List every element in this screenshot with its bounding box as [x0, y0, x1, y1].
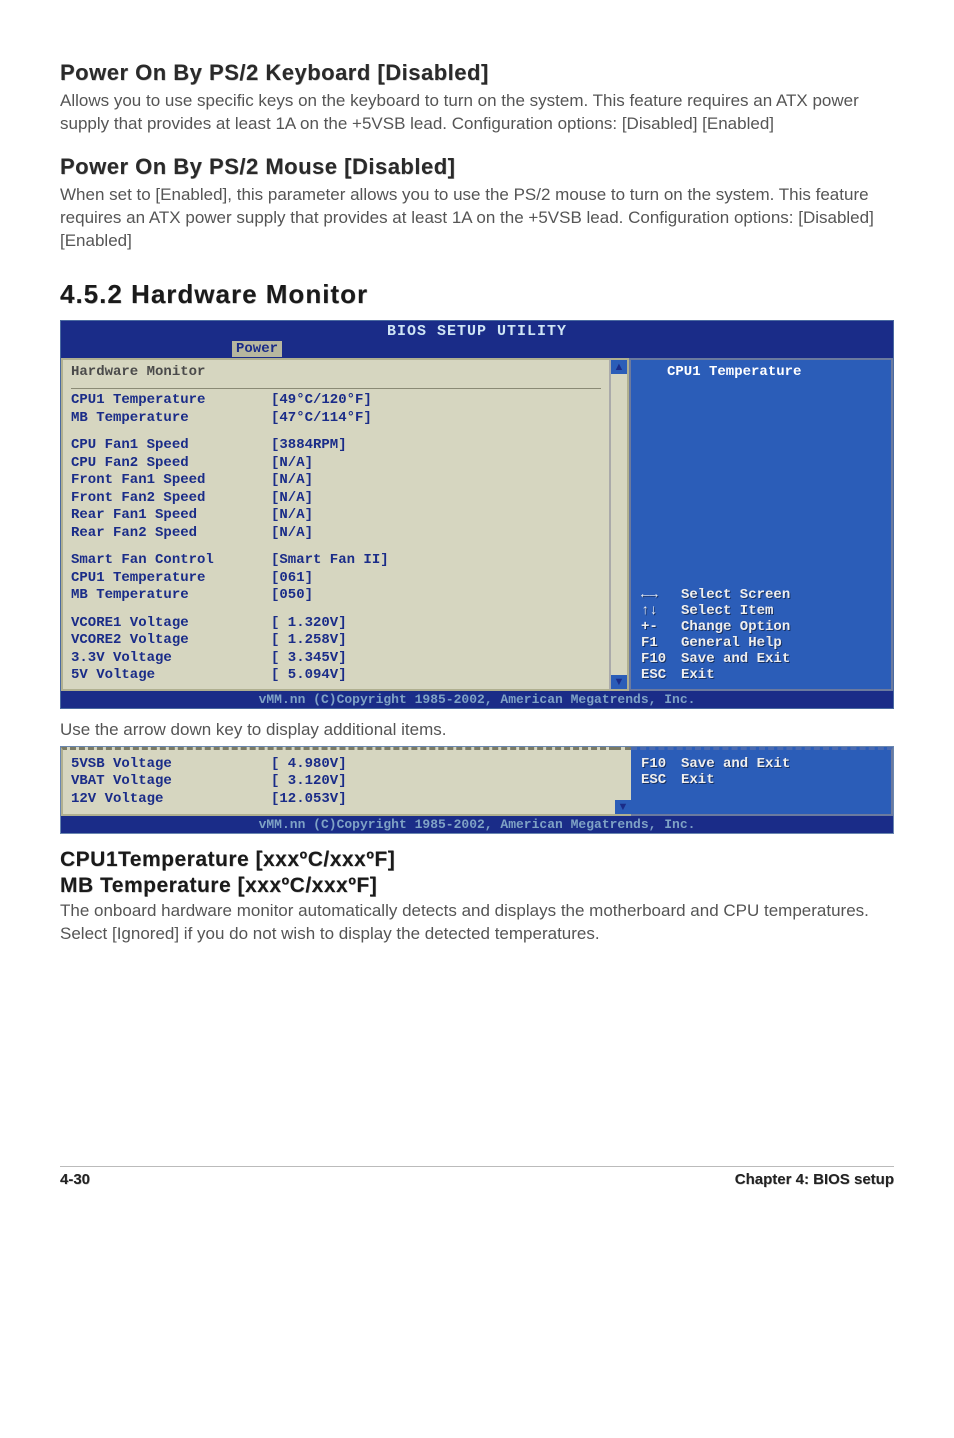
bios-panel-title: Hardware Monitor — [71, 364, 205, 382]
text-power-ps2-mouse: When set to [Enabled], this parameter al… — [60, 184, 894, 253]
bios-copyright: vMM.nn (C)Copyright 1985-2002, American … — [61, 691, 893, 708]
bios-key: ESC — [641, 667, 681, 683]
bios-key: ESC — [641, 772, 681, 788]
bios2-right-panel: F10Save and Exit ESCExit — [631, 747, 893, 817]
bios-row: VCORE2 Voltage[ 1.258V] — [71, 632, 601, 650]
bios-row: Front Fan1 Speed[N/A] — [71, 472, 601, 490]
bios-row: MB Temperature[050] — [71, 587, 601, 605]
bios-row: MB Temperature[47°C/114°F] — [71, 410, 601, 428]
bios-key: F10 — [641, 651, 681, 667]
bios2-copyright: vMM.nn (C)Copyright 1985-2002, American … — [61, 816, 893, 833]
scroll-down-icon[interactable]: ▼ — [615, 800, 631, 814]
bios-scrollbar[interactable]: ▲ ▼ — [611, 358, 629, 691]
bios-screenshot-fragment: 5VSB Voltage[ 4.980V] VBAT Voltage[ 3.12… — [60, 746, 894, 835]
bios-row: 3.3V Voltage[ 3.345V] — [71, 650, 601, 668]
bios-screenshot-main: BIOS SETUP UTILITY Power Hardware Monito… — [60, 320, 894, 709]
bios-row: CPU Fan1 Speed[3884RPM] — [71, 437, 601, 455]
scroll-up-icon[interactable]: ▲ — [611, 360, 627, 374]
text-power-ps2-keyboard: Allows you to use specific keys on the k… — [60, 90, 894, 136]
bios-row: Smart Fan Control[Smart Fan II] — [71, 552, 601, 570]
bios-tab-power[interactable]: Power — [231, 340, 283, 357]
bios-row: CPU1 Temperature[061] — [71, 570, 601, 588]
heading-power-ps2-mouse: Power On By PS/2 Mouse [Disabled] — [60, 154, 894, 180]
heading-power-ps2-keyboard: Power On By PS/2 Keyboard [Disabled] — [60, 60, 894, 86]
bios-key: ↑↓ — [641, 603, 681, 619]
bios-row: VCORE1 Voltage[ 1.320V] — [71, 615, 601, 633]
bios-row: 12V Voltage[12.053V] — [71, 791, 607, 809]
bios2-scrollbar[interactable]: ▼ — [615, 747, 631, 817]
bios-key: F1 — [641, 635, 681, 651]
bios-row: VBAT Voltage[ 3.120V] — [71, 773, 607, 791]
bios-key: F10 — [641, 756, 681, 772]
bios2-left-panel: 5VSB Voltage[ 4.980V] VBAT Voltage[ 3.12… — [61, 747, 615, 817]
bios-title: BIOS SETUP UTILITY — [61, 321, 893, 340]
bios-key: +- — [641, 619, 681, 635]
bios-row: Rear Fan1 Speed[N/A] — [71, 507, 601, 525]
page-number: 4-30 — [60, 1171, 90, 1188]
scroll-down-icon[interactable]: ▼ — [611, 675, 627, 689]
bios-help-title: CPU1 Temperature — [641, 364, 881, 380]
bios-row: Front Fan2 Speed[N/A] — [71, 490, 601, 508]
text-temp-section: The onboard hardware monitor automatical… — [60, 900, 894, 946]
heading-cpu1-temp: CPU1Temperature [xxxºC/xxxºF] — [60, 848, 894, 872]
note-arrow-down: Use the arrow down key to display additi… — [60, 719, 894, 742]
bios-row: Rear Fan2 Speed[N/A] — [71, 525, 601, 543]
bios-left-panel: Hardware Monitor CPU1 Temperature[49°C/1… — [61, 358, 611, 691]
bios-row: 5V Voltage[ 5.094V] — [71, 667, 601, 685]
heading-hardware-monitor: 4.5.2 Hardware Monitor — [60, 279, 894, 310]
bios-right-panel: CPU1 Temperature ←→Select Screen ↑↓Selec… — [629, 358, 893, 691]
heading-mb-temp: MB Temperature [xxxºC/xxxºF] — [60, 874, 894, 898]
chapter-label: Chapter 4: BIOS setup — [735, 1171, 894, 1188]
bios-key: ←→ — [641, 587, 681, 603]
bios-row: 5VSB Voltage[ 4.980V] — [71, 756, 607, 774]
bios-row: CPU Fan2 Speed[N/A] — [71, 455, 601, 473]
bios-row: CPU1 Temperature[49°C/120°F] — [71, 392, 601, 410]
